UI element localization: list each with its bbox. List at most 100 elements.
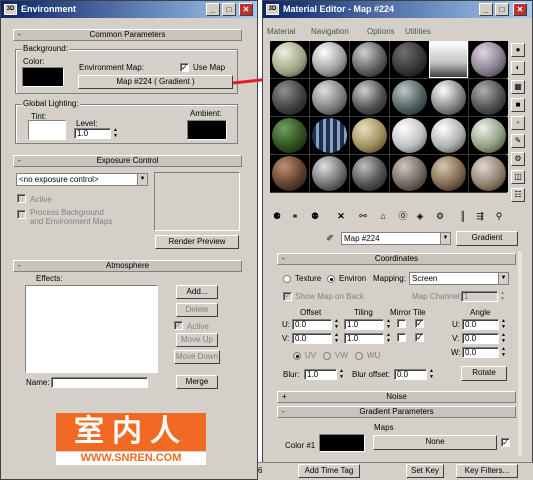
v-angle-field[interactable]: 0.0 bbox=[462, 333, 499, 344]
delete-effect-button[interactable]: Delete bbox=[176, 303, 218, 317]
blur-offset-field[interactable]: 0.0 bbox=[394, 369, 427, 380]
close-button[interactable]: ✕ bbox=[513, 3, 527, 16]
uv-radio[interactable] bbox=[293, 352, 301, 360]
sample-slot[interactable] bbox=[469, 41, 508, 78]
v-angle-spinner[interactable]: ▲ ▼ bbox=[500, 332, 507, 344]
sample-slot[interactable] bbox=[390, 155, 429, 192]
sample-slot[interactable] bbox=[350, 41, 389, 78]
v-tile-checkbox[interactable]: ✓ bbox=[415, 333, 424, 342]
gradient-parameters-rollout[interactable]: - Gradient Parameters bbox=[277, 406, 516, 418]
map-name-field[interactable]: Map #224 ▼ bbox=[341, 232, 451, 245]
go-to-parent-icon[interactable]: ║ bbox=[456, 209, 470, 223]
sample-slot[interactable] bbox=[310, 79, 349, 116]
u-offset-field[interactable]: 0.0 bbox=[292, 319, 332, 330]
sample-slot[interactable] bbox=[469, 117, 508, 154]
u-mirror-checkbox[interactable] bbox=[397, 319, 406, 328]
sample-slot[interactable] bbox=[270, 117, 309, 154]
environment-map-button[interactable]: Map #224 ( Gradient ) bbox=[78, 75, 233, 89]
tint-color-swatch[interactable] bbox=[28, 120, 66, 140]
sample-slot[interactable] bbox=[350, 117, 389, 154]
make-unique-icon[interactable]: ⚯ bbox=[356, 209, 370, 223]
rollout-scrollbar[interactable] bbox=[518, 251, 522, 456]
background-color-swatch[interactable] bbox=[22, 67, 64, 87]
sample-slot[interactable] bbox=[469, 155, 508, 192]
material-editor-titlebar[interactable]: 3D Material Editor - Map #224 _ □ ✕ bbox=[263, 1, 532, 18]
menu-material[interactable]: Material bbox=[267, 27, 295, 36]
color1-swatch[interactable] bbox=[319, 434, 365, 452]
map-channel-spinner[interactable]: ▲ ▼ bbox=[499, 290, 506, 302]
sample-slot[interactable] bbox=[350, 79, 389, 116]
exposure-control-select[interactable]: <no exposure control> ▼ bbox=[16, 173, 148, 186]
u-offset-spinner[interactable]: ▲ ▼ bbox=[333, 318, 340, 330]
assign-to-selection-icon[interactable]: ⚉ bbox=[308, 209, 322, 223]
sample-slot[interactable] bbox=[390, 79, 429, 116]
menu-options[interactable]: Options bbox=[367, 27, 395, 36]
show-end-result-icon[interactable]: ⚙ bbox=[433, 209, 447, 223]
v-mirror-checkbox[interactable] bbox=[397, 333, 406, 342]
u-tiling-field[interactable]: 1.0 bbox=[344, 319, 384, 330]
exposure-control-rollout[interactable]: - Exposure Control bbox=[13, 155, 242, 167]
u-angle-spinner[interactable]: ▲ ▼ bbox=[500, 318, 507, 330]
exposure-active-checkbox[interactable] bbox=[17, 194, 26, 203]
color1-map-button[interactable]: None bbox=[373, 435, 497, 450]
effect-name-field[interactable] bbox=[51, 377, 148, 388]
sample-slot[interactable] bbox=[390, 117, 429, 154]
sample-slot[interactable] bbox=[429, 155, 468, 192]
pick-material-icon[interactable]: ⚲ bbox=[492, 209, 506, 223]
add-effect-button[interactable]: Add... bbox=[176, 285, 218, 299]
put-to-scene-icon[interactable]: ⚭ bbox=[288, 209, 302, 223]
minimize-button[interactable]: _ bbox=[206, 3, 220, 16]
environment-titlebar[interactable]: 3D Environment _ □ ✕ bbox=[1, 1, 257, 18]
vw-radio[interactable] bbox=[323, 352, 331, 360]
reset-map-icon[interactable]: ✕ bbox=[334, 209, 348, 223]
sample-slot[interactable] bbox=[469, 79, 508, 116]
move-up-button[interactable]: Move Up bbox=[176, 333, 218, 347]
texture-radio[interactable] bbox=[283, 275, 291, 283]
v-offset-spinner[interactable]: ▲ ▼ bbox=[333, 332, 340, 344]
close-button[interactable]: ✕ bbox=[239, 3, 253, 16]
put-to-library-icon[interactable]: ⌂ bbox=[376, 209, 390, 223]
show-map-in-viewport-icon[interactable]: ◈ bbox=[413, 209, 427, 223]
v-tiling-spinner[interactable]: ▲ ▼ bbox=[385, 332, 392, 344]
go-forward-to-sibling-icon[interactable]: ⇶ bbox=[473, 209, 487, 223]
get-material-icon[interactable]: ⚈ bbox=[270, 209, 284, 223]
make-preview-icon[interactable]: ✎ bbox=[511, 134, 525, 148]
coordinates-rollout[interactable]: - Coordinates bbox=[277, 253, 516, 265]
set-key-button[interactable]: Set Key bbox=[406, 464, 444, 478]
map-type-button[interactable]: Gradient bbox=[456, 231, 518, 246]
u-tiling-spinner[interactable]: ▲ ▼ bbox=[385, 318, 392, 330]
menu-navigation[interactable]: Navigation bbox=[311, 27, 349, 36]
map-channel-field[interactable]: 1 bbox=[461, 291, 498, 302]
render-preview-button[interactable]: Render Preview bbox=[155, 235, 239, 249]
sample-slot[interactable] bbox=[429, 79, 468, 116]
w-angle-field[interactable]: 0.0 bbox=[462, 347, 499, 358]
w-angle-spinner[interactable]: ▲ ▼ bbox=[500, 346, 507, 358]
sample-slot[interactable] bbox=[429, 117, 468, 154]
material-effects-channel-icon[interactable]: ⓪ bbox=[396, 209, 410, 223]
sample-slot[interactable] bbox=[310, 41, 349, 78]
use-map-checkbox[interactable]: ✓ bbox=[180, 63, 189, 72]
material-navigator-icon[interactable]: ☷ bbox=[511, 188, 525, 202]
color1-map-checkbox[interactable]: ✓ bbox=[501, 438, 510, 447]
menu-utilities[interactable]: Utilities bbox=[405, 27, 431, 36]
sample-slot[interactable] bbox=[310, 155, 349, 192]
sample-uv-tiling-icon[interactable]: ■ bbox=[511, 98, 525, 112]
level-spinner[interactable]: ▲ ▼ bbox=[112, 127, 119, 139]
v-offset-field[interactable]: 0.0 bbox=[292, 333, 332, 344]
move-down-button[interactable]: Move Down bbox=[174, 350, 220, 364]
atmosphere-rollout[interactable]: - Atmosphere bbox=[13, 260, 242, 272]
noise-rollout[interactable]: + Noise bbox=[277, 391, 516, 403]
add-time-tag-button[interactable]: Add Time Tag bbox=[298, 464, 360, 478]
sample-slot[interactable] bbox=[270, 155, 309, 192]
options-icon[interactable]: ⚙ bbox=[511, 152, 525, 166]
level-field[interactable]: 1.0 bbox=[74, 128, 111, 139]
sample-slot-active[interactable] bbox=[429, 41, 468, 78]
show-map-on-back-checkbox[interactable]: ✓ bbox=[283, 292, 292, 301]
pick-from-object-icon[interactable]: ✐ bbox=[323, 231, 337, 245]
select-by-material-icon[interactable]: ◫ bbox=[511, 170, 525, 184]
blur-field[interactable]: 1.0 bbox=[304, 369, 337, 380]
effect-active-checkbox[interactable]: ✓ bbox=[174, 321, 183, 330]
ambient-color-swatch[interactable] bbox=[187, 120, 227, 140]
maximize-button[interactable]: □ bbox=[222, 3, 236, 16]
blur-spinner[interactable]: ▲ ▼ bbox=[338, 368, 345, 380]
